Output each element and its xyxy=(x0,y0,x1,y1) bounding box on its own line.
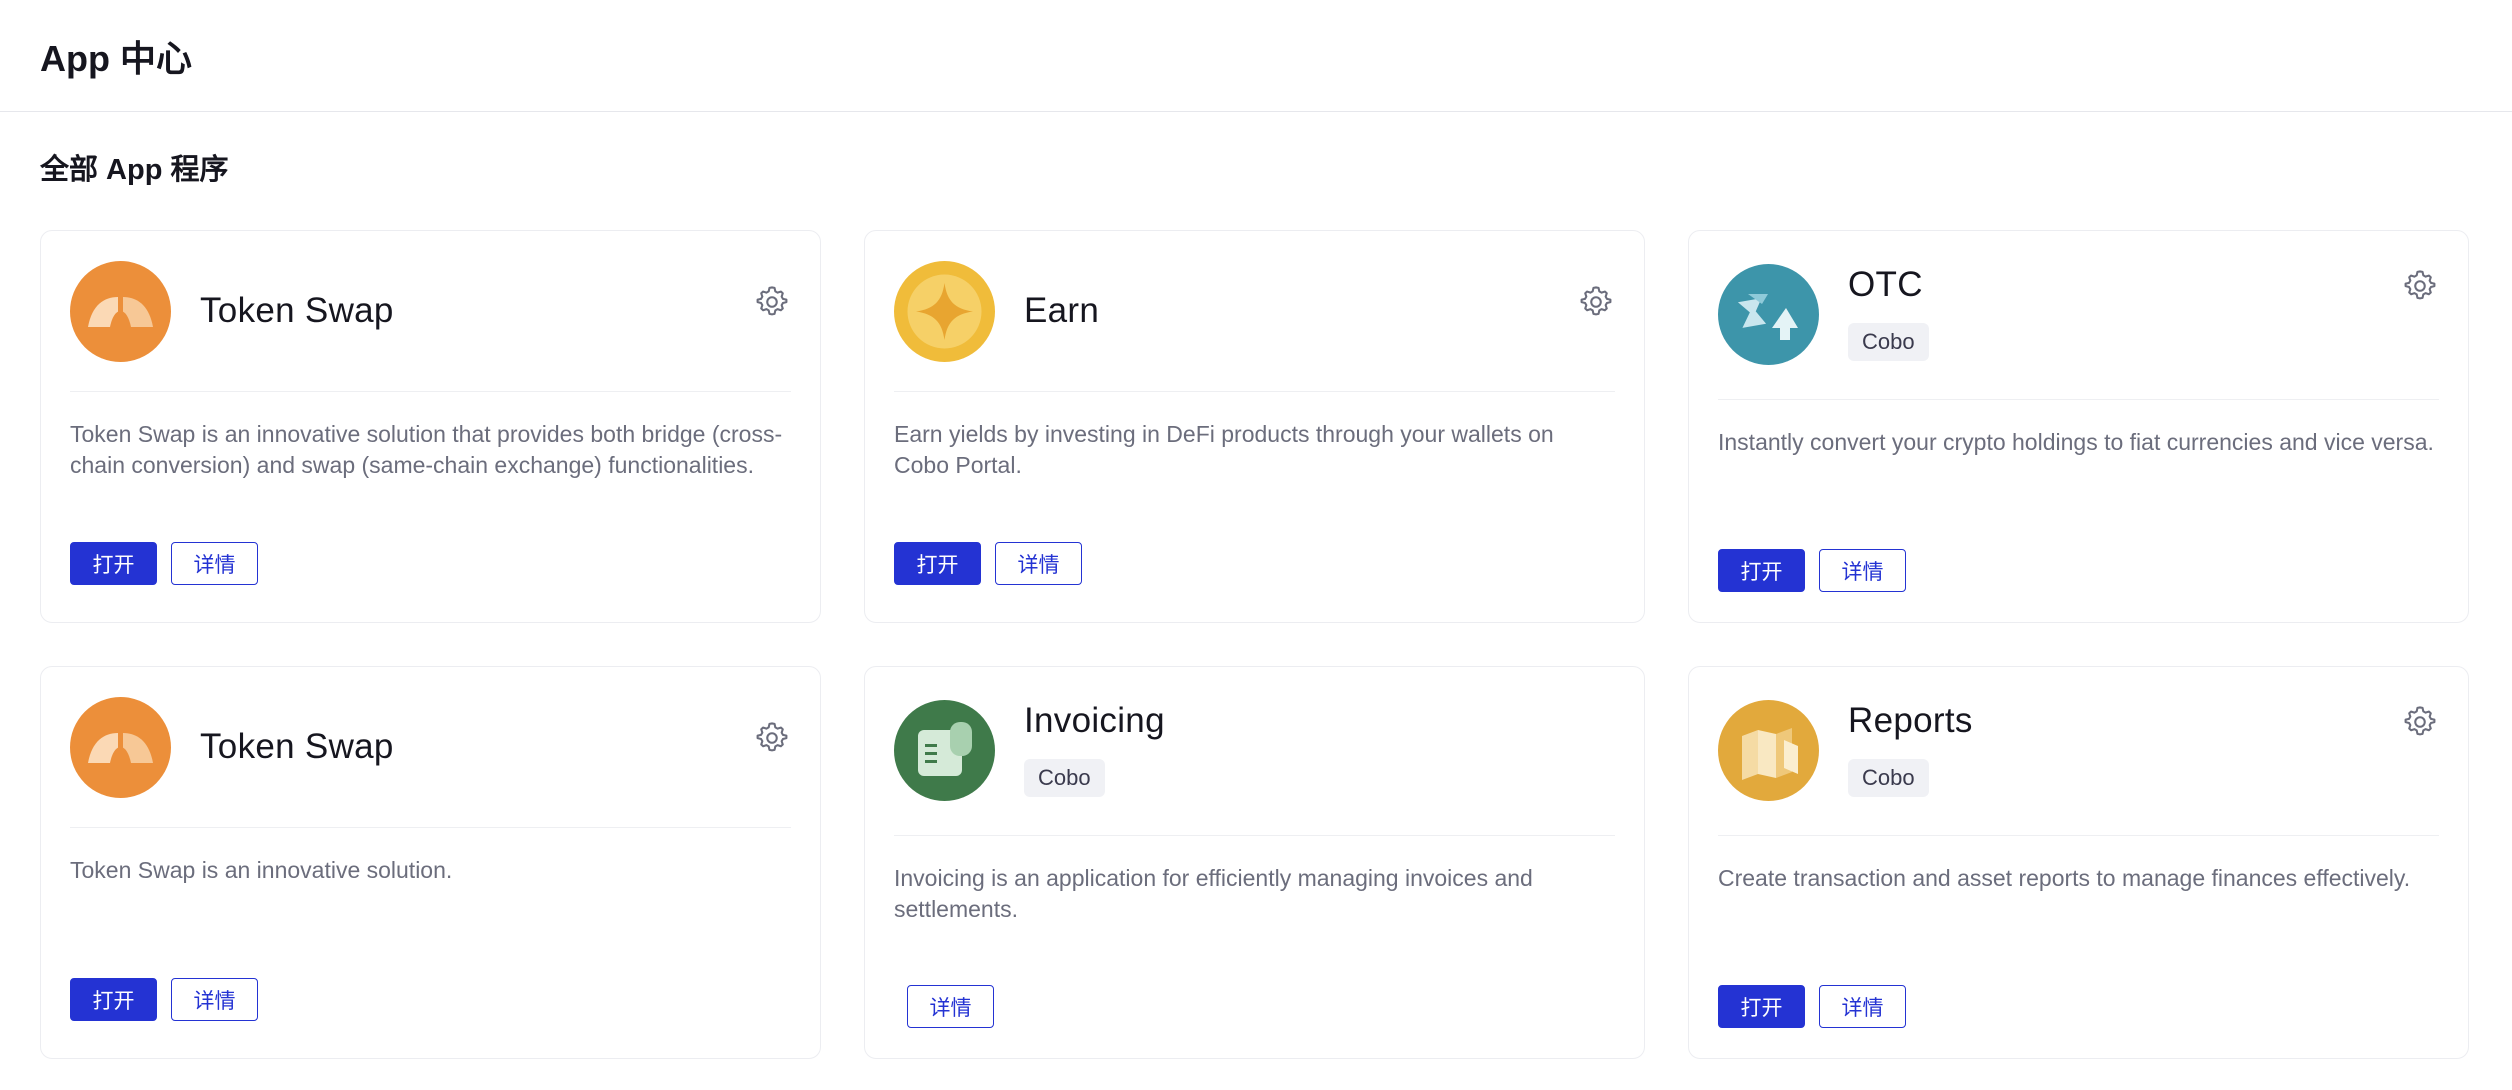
card-divider xyxy=(1718,835,2439,836)
open-button[interactable]: 打开 xyxy=(70,542,157,585)
details-button[interactable]: 详情 xyxy=(1819,985,1906,1028)
details-button[interactable]: 详情 xyxy=(995,542,1082,585)
card-actions: 打开 详情 xyxy=(894,542,1082,585)
app-card-token-swap-2: Token Swap Token Swap is an innovative s… xyxy=(40,666,821,1059)
top-bar: App 中心 xyxy=(0,0,2512,112)
title-block: Invoicing Cobo xyxy=(1024,701,1165,797)
app-card-invoicing: Invoicing Cobo Invoicing is an applicati… xyxy=(864,666,1645,1059)
app-title: OTC xyxy=(1848,265,1923,304)
card-actions: 详情 xyxy=(907,985,994,1028)
open-button[interactable]: 打开 xyxy=(70,978,157,1021)
open-button[interactable]: 打开 xyxy=(1718,985,1805,1028)
details-button[interactable]: 详情 xyxy=(907,985,994,1028)
provider-tag: Cobo xyxy=(1024,758,1105,797)
card-header: Earn xyxy=(894,260,1615,362)
title-block: Reports Cobo xyxy=(1848,701,1973,797)
invoicing-icon xyxy=(894,700,995,801)
provider-tag: Cobo xyxy=(1848,758,1929,797)
gear-icon[interactable] xyxy=(2401,267,2439,305)
earn-icon xyxy=(894,260,995,362)
gear-icon[interactable] xyxy=(1577,283,1615,321)
app-card-reports: Reports Cobo Create transaction and asse… xyxy=(1688,666,2469,1059)
details-button[interactable]: 详情 xyxy=(171,542,258,585)
token-swap-icon xyxy=(70,260,171,362)
title-block: OTC Cobo xyxy=(1848,265,1929,361)
card-actions: 打开 详情 xyxy=(1718,985,1906,1028)
card-divider xyxy=(894,391,1615,392)
card-header: Invoicing Cobo xyxy=(894,696,1615,804)
app-description: Token Swap is an innovative solution. xyxy=(70,857,453,883)
card-divider xyxy=(70,827,791,828)
app-center-page: App 中心 全部 App 程序 Token Swap Token Swap i… xyxy=(0,0,2512,1090)
card-header: Token Swap xyxy=(70,260,791,362)
title-block: Token Swap xyxy=(200,697,394,798)
gear-icon[interactable] xyxy=(2401,703,2439,741)
details-button[interactable]: 详情 xyxy=(1819,549,1906,592)
card-header: OTC Cobo xyxy=(1718,260,2439,368)
app-card-token-swap: Token Swap Token Swap is an innovative s… xyxy=(40,230,821,623)
details-button[interactable]: 详情 xyxy=(171,978,258,1021)
provider-tag: Cobo xyxy=(1848,322,1929,361)
app-card-otc: OTC Cobo Instantly convert your crypto h… xyxy=(1688,230,2469,623)
app-title: Invoicing xyxy=(1024,701,1165,740)
card-actions: 打开 详情 xyxy=(70,542,258,585)
card-actions: 打开 详情 xyxy=(1718,549,1906,592)
title-block: Token Swap xyxy=(200,261,394,362)
app-description: Instantly convert your crypto holdings t… xyxy=(1718,429,2434,455)
app-grid: Token Swap Token Swap is an innovative s… xyxy=(40,230,2470,1059)
otc-icon xyxy=(1718,264,1819,365)
card-divider xyxy=(1718,399,2439,400)
app-description: Earn yields by investing in DeFi product… xyxy=(894,421,1554,478)
card-header: Token Swap xyxy=(70,696,791,798)
section-title: 全部 App 程序 xyxy=(40,154,229,186)
app-title: Token Swap xyxy=(200,726,394,766)
card-actions: 打开 详情 xyxy=(70,978,258,1021)
app-title: Token Swap xyxy=(200,290,394,330)
gear-icon[interactable] xyxy=(753,283,791,321)
card-header: Reports Cobo xyxy=(1718,696,2439,804)
app-description: Token Swap is an innovative solution tha… xyxy=(70,421,783,478)
title-block: Earn xyxy=(1024,261,1099,362)
app-card-earn: Earn Earn yields by investing in DeFi pr… xyxy=(864,230,1645,623)
card-divider xyxy=(894,835,1615,836)
gear-icon[interactable] xyxy=(753,719,791,757)
page-title: App 中心 xyxy=(40,37,192,79)
app-title: Reports xyxy=(1848,701,1973,740)
token-swap-icon xyxy=(70,696,171,798)
open-button[interactable]: 打开 xyxy=(1718,549,1805,592)
open-button[interactable]: 打开 xyxy=(894,542,981,585)
app-title: Earn xyxy=(1024,290,1100,330)
card-divider xyxy=(70,391,791,392)
app-description: Create transaction and asset reports to … xyxy=(1718,865,2411,891)
reports-icon xyxy=(1718,700,1819,801)
app-description: Invoicing is an application for efficien… xyxy=(894,865,1533,922)
